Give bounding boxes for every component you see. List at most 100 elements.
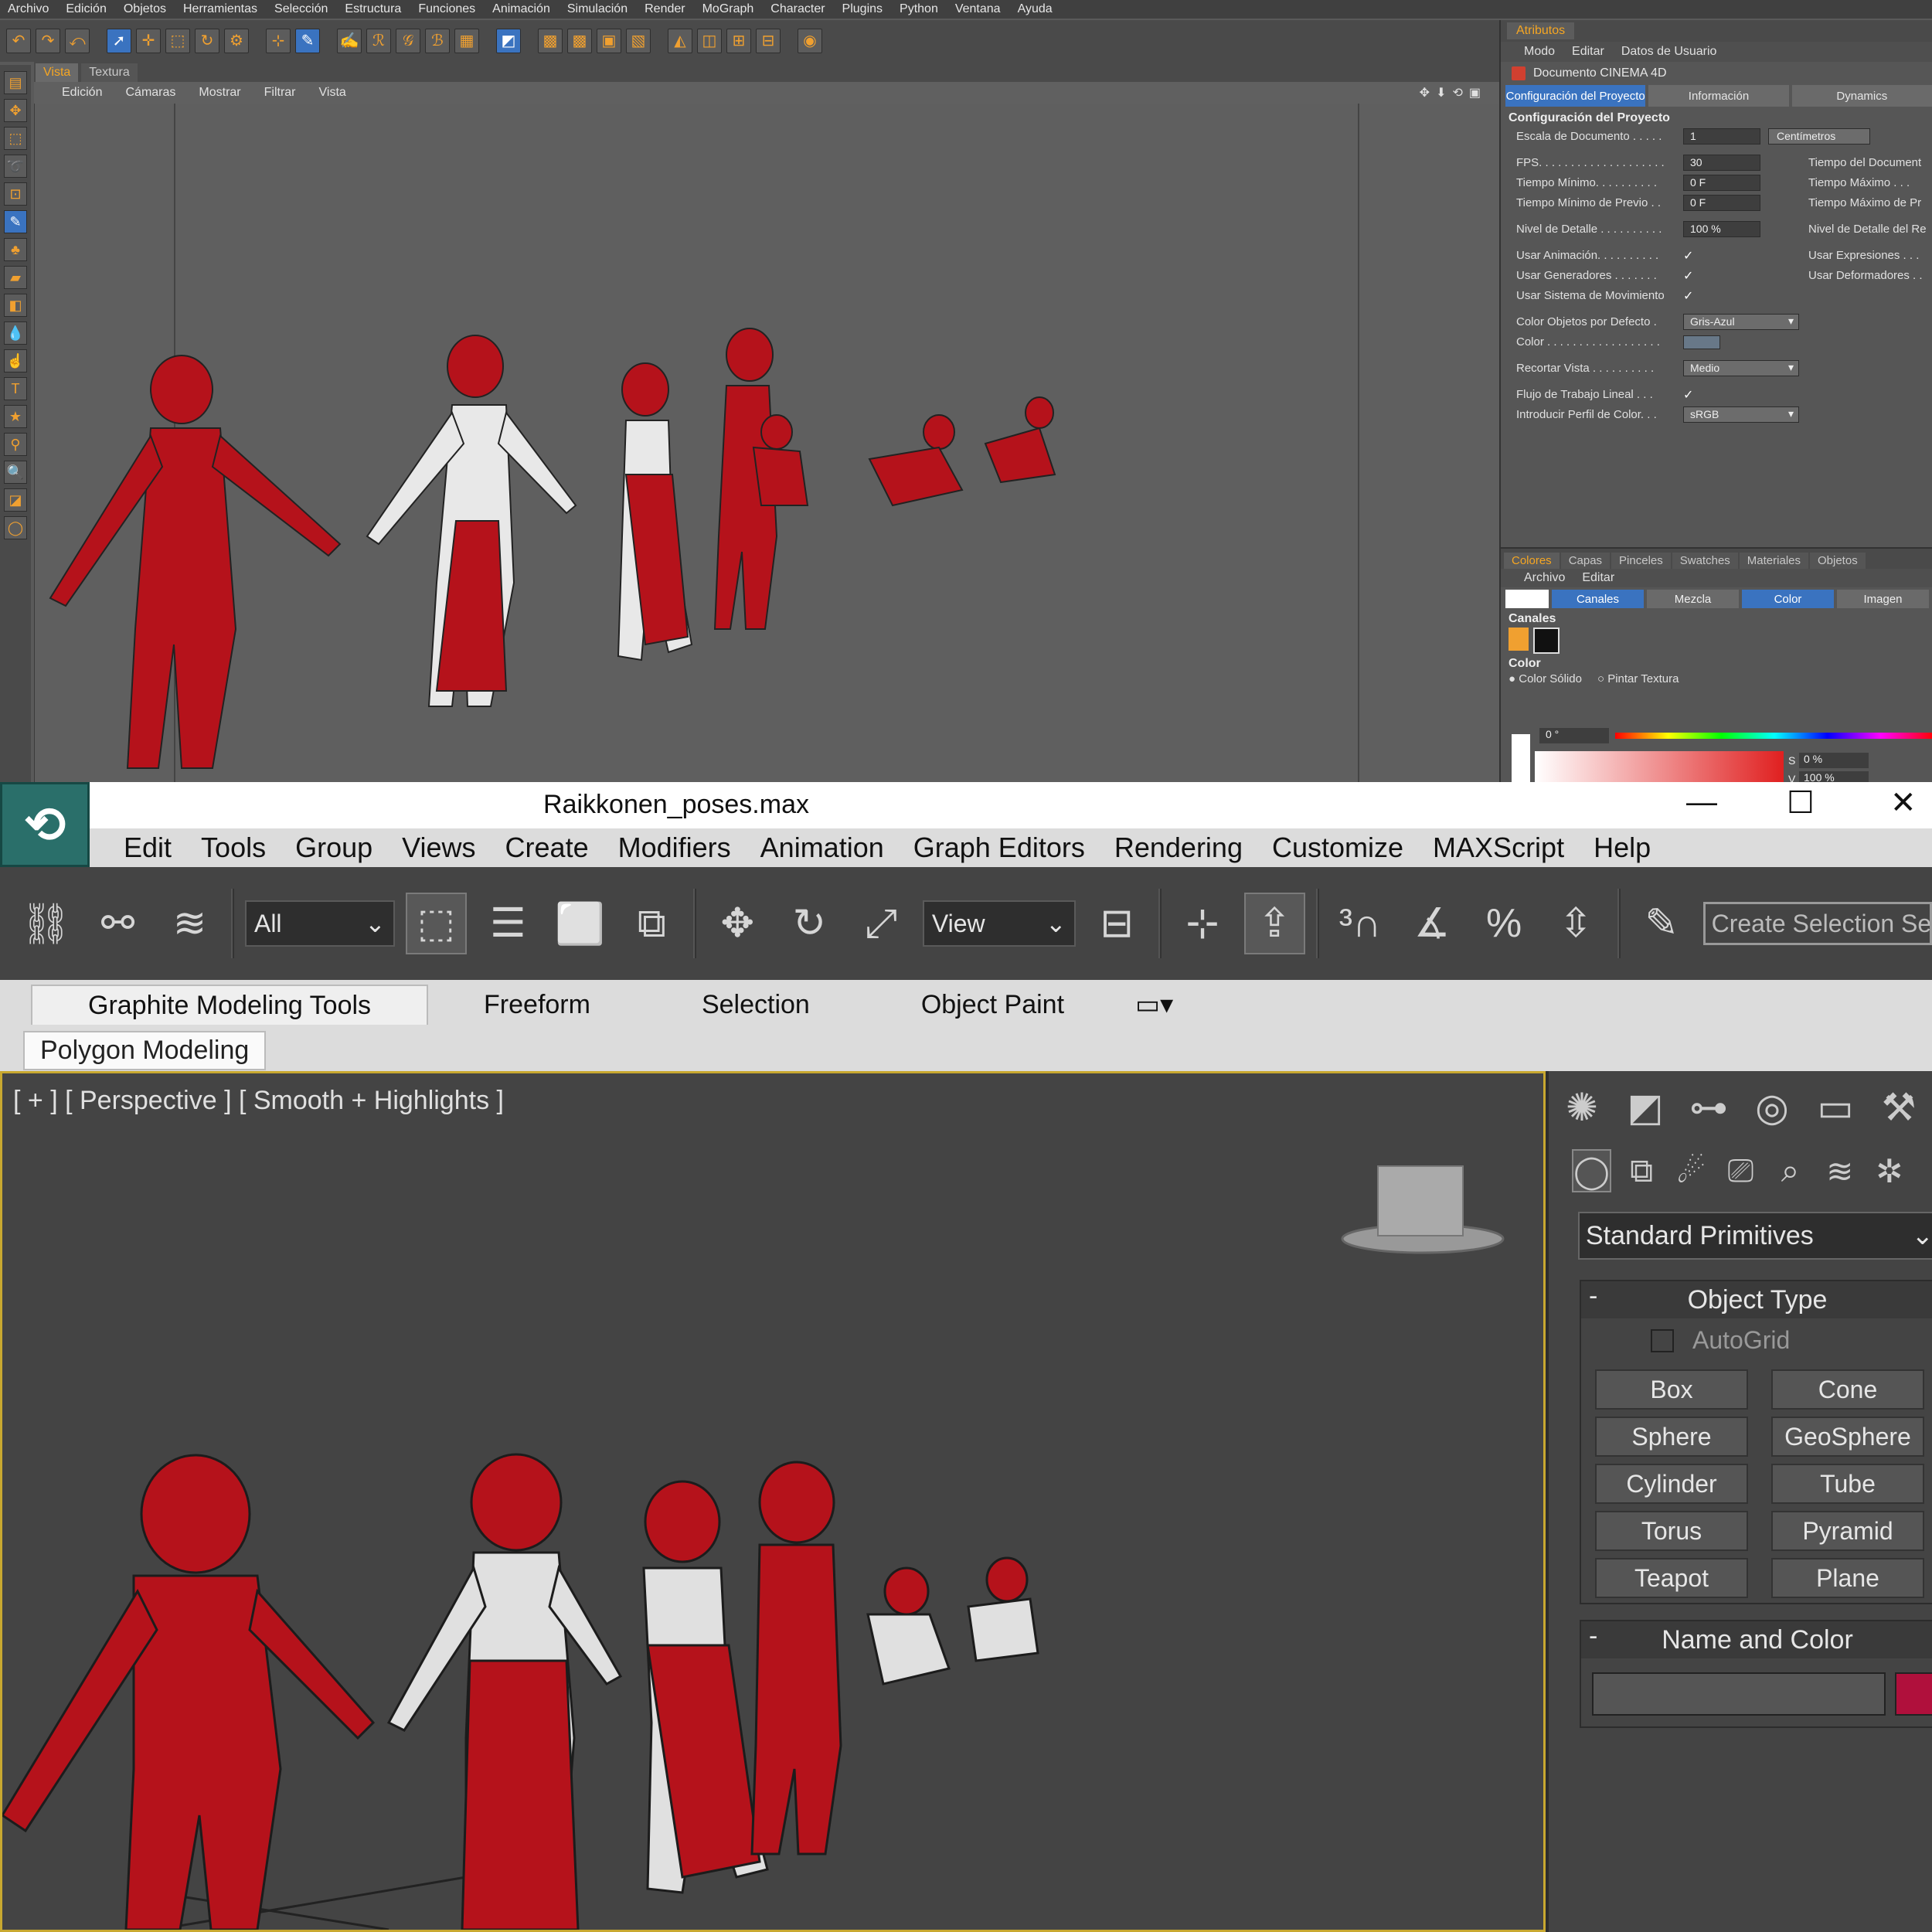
c4d-menu-python[interactable]: Python: [900, 2, 938, 16]
coordinate-system-icon[interactable]: ⊹: [266, 29, 291, 53]
geosphere-button[interactable]: GeoSphere: [1771, 1417, 1924, 1457]
view-menu-vista[interactable]: Vista: [319, 86, 346, 100]
c4d-menu-funciones[interactable]: Funciones: [418, 2, 475, 16]
view-menu-filtrar[interactable]: Filtrar: [264, 86, 296, 100]
c4d-menu-animacion[interactable]: Animación: [492, 2, 550, 16]
menu-group[interactable]: Group: [295, 832, 372, 864]
rect-select-icon[interactable]: ⬚: [4, 127, 27, 150]
attr-menu-editar[interactable]: Editar: [1572, 45, 1604, 59]
autogrid-checkbox[interactable]: [1651, 1328, 1674, 1352]
layout-icon[interactable]: ▤: [4, 71, 27, 94]
recent-tools-icon[interactable]: ⚙: [224, 29, 249, 53]
menu-edit[interactable]: Edit: [124, 832, 172, 864]
menu-views[interactable]: Views: [402, 832, 475, 864]
recortar-dropdown[interactable]: Medio: [1683, 360, 1799, 376]
radio-color-solido[interactable]: ● Color Sólido: [1509, 672, 1582, 685]
smudge-icon[interactable]: ☝: [4, 349, 27, 372]
c4d-menu-seleccion[interactable]: Selección: [274, 2, 328, 16]
color-swatch[interactable]: [1683, 335, 1720, 349]
drop-icon[interactable]: 💧: [4, 321, 27, 345]
tube-button[interactable]: Tube: [1771, 1464, 1924, 1504]
tab-freeform[interactable]: Freeform: [428, 985, 646, 1025]
modify-tab-icon[interactable]: ◩: [1620, 1081, 1671, 1134]
tab-object-paint[interactable]: Object Paint: [866, 985, 1120, 1025]
eraser-icon[interactable]: ▰: [4, 266, 27, 289]
usar-anim-checkbox[interactable]: ✓: [1683, 248, 1693, 264]
menu-animation[interactable]: Animation: [760, 832, 884, 864]
select-manipulate-icon[interactable]: ⊹: [1172, 893, 1233, 954]
tab-objetos[interactable]: Objetos: [1810, 553, 1866, 569]
c4d-menu-mograph[interactable]: MoGraph: [702, 2, 754, 16]
checker-2-icon[interactable]: ▩: [567, 29, 592, 53]
projection-icon[interactable]: ◭: [668, 29, 692, 53]
c4d-menu-simulacion[interactable]: Simulación: [567, 2, 628, 16]
layout-3-icon[interactable]: ⊟: [756, 29, 781, 53]
systems-icon[interactable]: ✲: [1870, 1149, 1909, 1192]
undo-view-icon[interactable]: ⤺: [65, 29, 90, 53]
tab-swatches[interactable]: Swatches: [1672, 553, 1738, 569]
color-button[interactable]: Color: [1742, 590, 1834, 608]
colors-menu-editar[interactable]: Editar: [1582, 571, 1614, 585]
attr-menu-modo[interactable]: Modo: [1524, 45, 1555, 59]
escala-unit-dropdown[interactable]: Centímetros: [1768, 128, 1870, 145]
lights-icon[interactable]: ☄: [1672, 1149, 1710, 1192]
pyramid-button[interactable]: Pyramid: [1771, 1511, 1924, 1551]
edit-named-selection-icon[interactable]: ✎: [1631, 893, 1692, 954]
ref-coord-dropdown[interactable]: View ⌄: [922, 900, 1076, 947]
attributes-title[interactable]: Atributos: [1507, 22, 1575, 39]
select-object-icon[interactable]: ⬚: [405, 893, 467, 954]
color-obj-dropdown[interactable]: Gris-Azul: [1683, 314, 1799, 330]
create-tab-icon[interactable]: ✺: [1556, 1081, 1607, 1134]
maximize-button[interactable]: ☐: [1787, 785, 1815, 821]
menu-customize[interactable]: Customize: [1272, 832, 1403, 864]
primitives-dropdown[interactable]: Standard Primitives ⌄: [1578, 1212, 1932, 1260]
channel-icon[interactable]: [1509, 628, 1529, 651]
cone-button[interactable]: Cone: [1771, 1369, 1924, 1410]
max-app-logo-icon[interactable]: ⟲: [0, 782, 90, 867]
tab-pinceles[interactable]: Pinceles: [1611, 553, 1671, 569]
mezcla-button[interactable]: Mezcla: [1647, 590, 1739, 608]
channel-g-icon[interactable]: 𝒢: [396, 29, 420, 53]
radio-pintar-textura[interactable]: ○ Pintar Textura: [1597, 672, 1679, 685]
tiempo-min-prev-input[interactable]: 0 F: [1683, 195, 1760, 211]
color-swatches-icon[interactable]: ◪: [4, 488, 27, 512]
view-nav-icons[interactable]: ✥⬇⟲▣: [1420, 85, 1487, 100]
object-name-input[interactable]: [1592, 1672, 1886, 1716]
tab-selection[interactable]: Selection: [646, 985, 866, 1025]
flujo-checkbox[interactable]: ✓: [1683, 387, 1693, 403]
texture-grid-icon[interactable]: ▦: [454, 29, 479, 53]
plane-button[interactable]: Plane: [1771, 1558, 1924, 1598]
menu-modifiers[interactable]: Modifiers: [618, 832, 731, 864]
pivot-center-icon[interactable]: ⊟: [1087, 893, 1148, 954]
tab-textura[interactable]: Textura: [81, 63, 138, 82]
spinner-snap-icon[interactable]: ⇳: [1546, 893, 1607, 954]
checker-4-icon[interactable]: ▧: [626, 29, 651, 53]
tab-capas[interactable]: Capas: [1560, 553, 1611, 569]
hue-input[interactable]: 0 °: [1539, 728, 1609, 743]
star-icon[interactable]: ★: [4, 405, 27, 428]
menu-help[interactable]: Help: [1594, 832, 1651, 864]
hand-icon[interactable]: ✥: [4, 99, 27, 122]
saturation-value-picker[interactable]: [1535, 751, 1784, 782]
select-by-name-icon[interactable]: ☰: [478, 893, 539, 954]
lasso-icon[interactable]: ➰: [4, 155, 27, 178]
move-icon[interactable]: ✥: [707, 893, 768, 954]
live-selection-icon[interactable]: ➚: [107, 29, 131, 53]
menu-maxscript[interactable]: MAXScript: [1433, 832, 1564, 864]
bodypaint-icon[interactable]: ✎: [295, 29, 320, 53]
utilities-tab-icon[interactable]: ⚒: [1873, 1081, 1924, 1134]
space-warps-icon[interactable]: ≋: [1821, 1149, 1859, 1192]
motion-tab-icon[interactable]: ◎: [1747, 1081, 1798, 1134]
usar-gen-checkbox[interactable]: ✓: [1683, 268, 1693, 284]
rotate-icon[interactable]: ↻: [779, 893, 840, 954]
tab-dynamics[interactable]: Dynamics: [1791, 85, 1932, 107]
nivel-input[interactable]: 100 %: [1683, 221, 1760, 237]
view-menu-edicion[interactable]: Edición: [62, 86, 102, 100]
tab-vista[interactable]: Vista: [36, 63, 79, 82]
box-button[interactable]: Box: [1595, 1369, 1748, 1410]
text-tool-icon[interactable]: T: [4, 377, 27, 400]
current-color-preview[interactable]: [1505, 590, 1549, 608]
circle-tool-icon[interactable]: ◯: [4, 516, 27, 539]
close-button[interactable]: ✕: [1890, 785, 1917, 821]
percent-snap-icon[interactable]: %: [1474, 893, 1535, 954]
